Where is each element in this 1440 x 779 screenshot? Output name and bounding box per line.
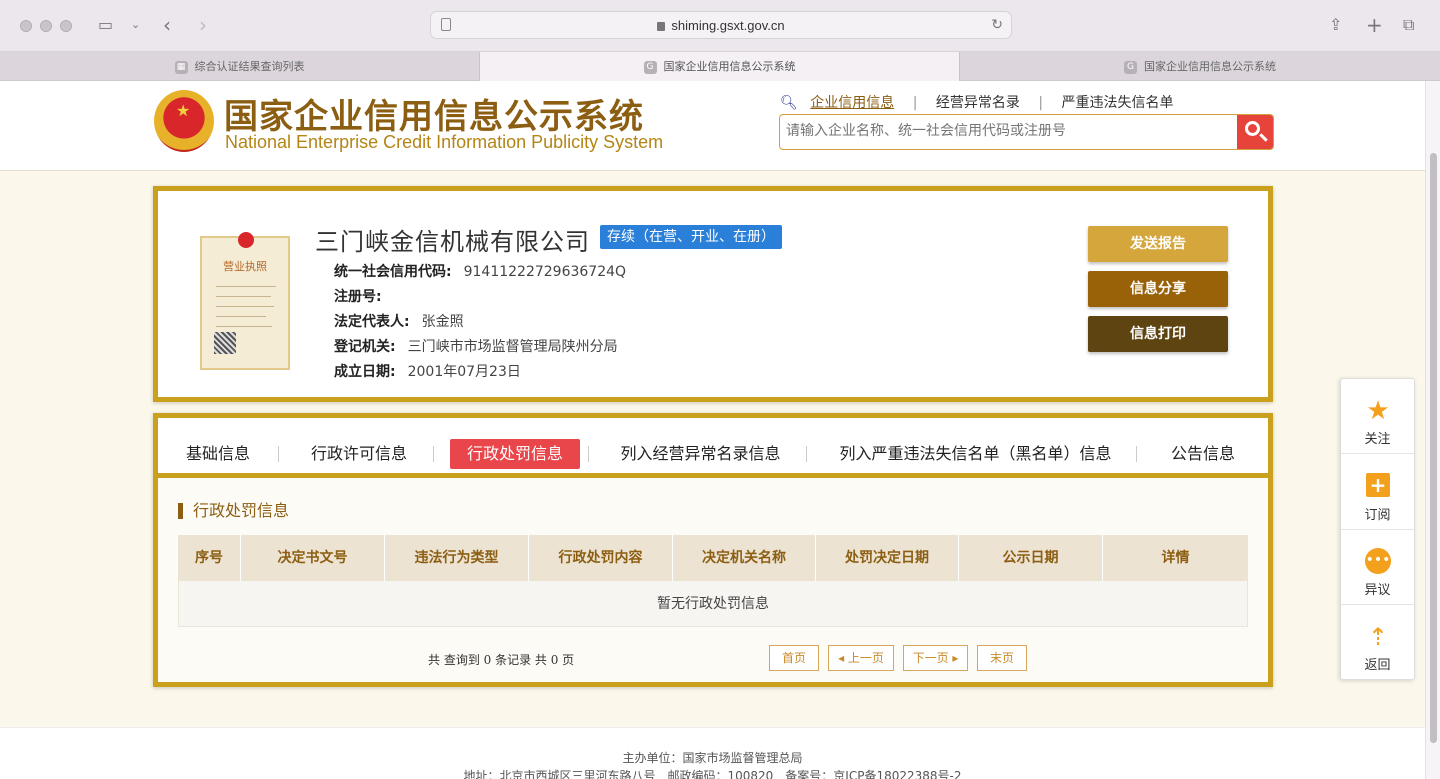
sidebar-toggle-icon[interactable]: ▭	[98, 14, 113, 36]
tab-penalty-info[interactable]: 行政处罚信息	[450, 439, 580, 469]
search-tab-credit[interactable]: 企业信用信息	[810, 92, 894, 112]
info-row-founded: 成立日期: 2001年07月23日	[334, 364, 521, 380]
search-tab-abnormal[interactable]: 经营异常名录	[936, 92, 1020, 112]
search-button[interactable]	[1237, 115, 1273, 149]
follow-button[interactable]: ★ 关注	[1341, 379, 1414, 454]
print-info-button[interactable]: 信息打印	[1088, 316, 1228, 352]
license-title: 营业执照	[223, 260, 267, 273]
lock-icon	[657, 22, 666, 31]
address-bar[interactable]: shiming.gsxt.gov.cn ↻	[430, 11, 1012, 39]
site-title: 国家企业信用信息公示系统	[224, 97, 644, 137]
detail-body: 行政处罚信息 序号 决定书文号 违法行为类型 行政处罚内容 决定机关名称 处罚决…	[158, 478, 1268, 682]
footer-sponsor: 主办单位：国家市场监督管理总局	[622, 751, 803, 765]
tab-overview-icon[interactable]: ⧉	[1403, 14, 1414, 36]
search-icon	[1245, 121, 1260, 136]
column-header: 违法行为类型	[385, 535, 529, 581]
tab-basic-info[interactable]: 基础信息	[178, 439, 258, 469]
tab-label: 综合认证结果查询列表	[194, 60, 305, 73]
tab-label: 国家企业信用信息公示系统	[663, 60, 796, 73]
tab-bar: ▦ 综合认证结果查询列表 G 国家企业信用信息公示系统 G 国家企业信用信息公示系统	[0, 52, 1440, 81]
footer-address: 地址：北京市西城区三里河东路八号 邮政编码：100820 备案号：京ICP备18…	[463, 769, 962, 779]
detail-panel: 基础信息 行政许可信息 行政处罚信息 列入经营异常名录信息 列入严重违法失信名单…	[153, 413, 1273, 687]
info-row-legal-rep: 法定代表人: 张金照	[334, 314, 464, 330]
zoom-window-button[interactable]	[60, 20, 72, 32]
chevron-down-icon[interactable]: ⌄	[131, 14, 140, 36]
site-subtitle: National Enterprise Credit Information P…	[225, 132, 664, 152]
url-text: shiming.gsxt.gov.cn	[671, 18, 785, 33]
info-row-authority: 登记机关: 三门峡市市场监督管理局陕州分局	[334, 339, 618, 355]
search-box	[779, 114, 1274, 150]
page-footer: 主办单位：国家市场监督管理总局 地址：北京市西城区三里河东路八号 邮政编码：10…	[0, 727, 1425, 779]
share-info-button[interactable]: 信息分享	[1088, 271, 1228, 307]
prev-page-button[interactable]: ◂ 上一页	[828, 645, 894, 671]
last-page-button[interactable]: 末页	[977, 645, 1027, 671]
detail-tabs: 基础信息 行政许可信息 行政处罚信息 列入经营异常名录信息 列入严重违法失信名单…	[158, 418, 1268, 478]
search-tab-blacklist[interactable]: 严重违法失信名单	[1061, 92, 1173, 112]
column-header: 处罚决定日期	[816, 535, 959, 581]
emblem-icon	[238, 232, 254, 248]
search-icon: 🔍︎	[780, 95, 798, 111]
search-tabs: 🔍︎ 企业信用信息 | 经营异常名录 | 严重违法失信名单	[780, 92, 1173, 112]
tab-announcement[interactable]: 公告信息	[1163, 439, 1243, 469]
tab-abnormal-list[interactable]: 列入经营异常名录信息	[613, 439, 788, 469]
pager-summary: 共 查询到 0 条记录 共 0 页	[428, 653, 575, 667]
browser-tab-2[interactable]: G 国家企业信用信息公示系统	[480, 52, 960, 81]
site-header: ★ 国家企业信用信息公示系统 National Enterprise Credi…	[0, 81, 1425, 171]
info-row-reg-no: 注册号:	[334, 289, 382, 305]
search-input[interactable]	[786, 123, 1226, 139]
send-report-button[interactable]: 发送报告	[1088, 226, 1228, 262]
company-card: 营业执照 三门峡金信机械有限公司 存续（在营、开业、在册） 统一社会信用代码: 9…	[153, 186, 1273, 402]
browser-toolbar: ▭ ⌄ ‹ › shiming.gsxt.gov.cn ↻ ⇪ + ⧉	[0, 0, 1440, 52]
column-header: 决定机关名称	[673, 535, 816, 581]
objection-button[interactable]: ••• 异议	[1341, 530, 1414, 605]
table-header: 序号 决定书文号 违法行为类型 行政处罚内容 决定机关名称 处罚决定日期 公示日…	[178, 535, 1248, 581]
floating-sidebar: ★ 关注 + 订阅 ••• 异议 ⇡ 返回	[1340, 378, 1415, 680]
g-icon: G	[643, 60, 657, 74]
status-badge: 存续（在营、开业、在册）	[600, 225, 782, 249]
forward-icon[interactable]: ›	[199, 14, 207, 36]
minimize-window-button[interactable]	[40, 20, 52, 32]
scrollbar-thumb[interactable]	[1430, 153, 1437, 743]
share-icon[interactable]: ⇪	[1329, 14, 1342, 36]
company-name: 三门峡金信机械有限公司	[315, 228, 590, 256]
divider: |	[912, 95, 918, 111]
subscribe-icon: +	[1366, 473, 1390, 497]
qr-code-icon	[214, 332, 236, 354]
browser-tab-3[interactable]: G 国家企业信用信息公示系统	[960, 52, 1440, 81]
next-page-button[interactable]: 下一页 ▸	[903, 645, 968, 671]
column-header: 公示日期	[959, 535, 1103, 581]
scrollbar[interactable]	[1425, 81, 1440, 779]
chat-icon: •••	[1365, 548, 1391, 574]
business-license-image[interactable]: 营业执照	[200, 232, 290, 370]
column-header: 决定书文号	[241, 535, 385, 581]
reload-icon[interactable]: ↻	[991, 17, 1003, 33]
empty-table-message: 暂无行政处罚信息	[178, 581, 1248, 627]
penalty-table: 序号 决定书文号 违法行为类型 行政处罚内容 决定机关名称 处罚决定日期 公示日…	[178, 535, 1248, 627]
new-tab-icon[interactable]: +	[1366, 14, 1383, 36]
divider: |	[1038, 95, 1044, 111]
column-header: 序号	[178, 535, 241, 581]
back-icon[interactable]: ‹	[163, 14, 171, 36]
tab-label: 国家企业信用信息公示系统	[1144, 60, 1276, 73]
first-page-button[interactable]: 首页	[769, 645, 819, 671]
g-icon: G	[1124, 60, 1137, 74]
emblem-star-icon: ★	[176, 101, 191, 120]
subscribe-button[interactable]: + 订阅	[1341, 455, 1414, 530]
back-to-top-button[interactable]: ⇡ 返回	[1341, 605, 1414, 680]
browser-tab-1[interactable]: ▦ 综合认证结果查询列表	[0, 52, 480, 81]
column-header: 行政处罚内容	[529, 535, 673, 581]
tab-license-info[interactable]: 行政许可信息	[303, 439, 415, 469]
close-window-button[interactable]	[20, 20, 32, 32]
section-title: 行政处罚信息	[178, 503, 289, 519]
tab-blacklist[interactable]: 列入严重违法失信名单（黑名单）信息	[833, 439, 1118, 469]
grid-icon: ▦	[174, 60, 188, 74]
back-to-top-icon: ⇡	[1367, 623, 1389, 651]
info-row-credit-code: 统一社会信用代码: 91411222729636724Q	[334, 264, 627, 280]
star-icon: ★	[1366, 396, 1390, 426]
national-emblem-logo	[154, 90, 214, 152]
column-header: 详情	[1161, 550, 1190, 566]
